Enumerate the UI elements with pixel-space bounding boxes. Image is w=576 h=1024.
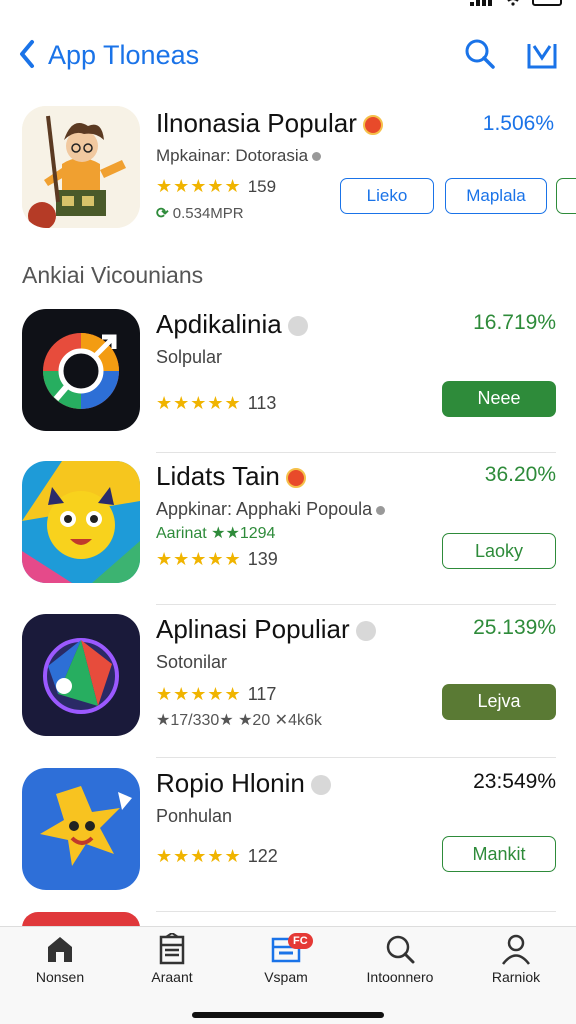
- get-button[interactable]: Lejva: [442, 684, 556, 720]
- list-item[interactable]: Lidats Tain 36.20% Appkinar: Apphaki Pop…: [0, 455, 576, 605]
- apps-icon: [159, 933, 185, 965]
- app-percent: 23:549%: [473, 770, 556, 793]
- app-name: Apdikalinia: [156, 309, 308, 340]
- divider: [156, 604, 556, 605]
- page-title: App Tloneas: [48, 40, 200, 70]
- download-icon: ⟳: [156, 205, 169, 222]
- editor-badge-icon: [362, 115, 383, 136]
- app-icon: [22, 614, 140, 736]
- featured-button-1[interactable]: Lieko: [340, 178, 434, 214]
- app-percent: 16.719%: [473, 311, 556, 334]
- divider: [156, 757, 556, 758]
- app-title: Ropio Hlonin: [156, 768, 305, 798]
- tab-bar: Nonsen Araant FC Vspam Intoonnero Rarnio…: [0, 926, 576, 1024]
- person-icon: [502, 934, 530, 965]
- signal-icon: [470, 0, 494, 6]
- get-button[interactable]: Mankit: [442, 836, 556, 872]
- featured-button-2[interactable]: Maplala: [445, 178, 547, 214]
- rating-count: 159: [247, 177, 277, 196]
- tab-label: Vspam: [264, 969, 308, 985]
- app-title: Lidats Tain: [156, 461, 280, 491]
- notification-badge: FC: [288, 933, 313, 949]
- featured-app[interactable]: Ilnonasia Popular 1.506% Mpkainar: Dotor…: [0, 100, 576, 240]
- app-title: Apdikalinia: [156, 309, 282, 339]
- rating-count: 122: [247, 846, 278, 866]
- app-subtitle: Sotonilar: [156, 652, 228, 672]
- app-icon: [22, 768, 140, 890]
- info-badge-icon: [287, 316, 308, 337]
- status-icons: [470, 0, 562, 6]
- size-text: 0.534MPR: [172, 205, 244, 222]
- wifi-icon: [507, 0, 519, 6]
- list-item[interactable]: Apdikalinia 16.719% Solpular ★★★★★ 113 Ne…: [0, 303, 576, 453]
- tab-profile[interactable]: Rarniok: [466, 933, 566, 985]
- featured-app-subtitle: Mpkainar: Dotorasia: [156, 146, 309, 165]
- rating-count: 117: [247, 684, 277, 704]
- home-icon: [48, 937, 72, 962]
- tab-label: Nonsen: [35, 969, 85, 985]
- app-rating: ★★★★★ 117: [156, 684, 276, 705]
- star-rating-icon: ★★★★★: [156, 176, 242, 196]
- tab-games[interactable]: FC Vspam: [236, 933, 336, 985]
- nav-bar: App Tloneas: [0, 30, 576, 80]
- tab-home[interactable]: Nonsen: [10, 933, 110, 985]
- star-rating-icon: ★★★★★: [156, 846, 242, 866]
- section-title: Ankiai Vicounians: [22, 262, 204, 288]
- share-icon[interactable]: [524, 36, 560, 72]
- app-subtitle: Ponhulan: [156, 806, 233, 826]
- app-name: Ropio Hlonin: [156, 768, 331, 799]
- featured-app-title: Ilnonasia Popular: [156, 108, 357, 138]
- featured-app-percent: 1.506%: [482, 112, 554, 135]
- tab-label: Rarniok: [491, 969, 541, 985]
- rating-count: 113: [247, 393, 277, 413]
- app-rating: ★★★★★ 122: [156, 846, 278, 867]
- tab-label: Intoonnero: [366, 969, 434, 985]
- featured-app-icon: [22, 106, 140, 228]
- app-extra-info: ★17/330★ ★20 ✕4k6k: [156, 712, 322, 729]
- featured-button-3[interactable]: [556, 178, 576, 214]
- get-button[interactable]: Laoky: [442, 533, 556, 569]
- rating-count: 139: [247, 549, 278, 569]
- app-percent: 36.20%: [484, 463, 556, 486]
- app-percent: 25.139%: [473, 616, 556, 639]
- app-extra-info: Aarinat ★★1294: [156, 525, 276, 542]
- status-bar: [0, 0, 576, 14]
- tab-label: Araant: [151, 969, 193, 985]
- editor-badge-icon: [285, 468, 306, 489]
- home-indicator: [192, 1012, 384, 1018]
- star-rating-icon: ★★★★★: [156, 393, 242, 413]
- list-item[interactable]: Ropio Hlonin 23:549% Ponhulan ★★★★★ 122 M…: [0, 762, 576, 912]
- featured-app-rating: ★★★★★ 159: [156, 176, 276, 197]
- featured-app-size: ⟳ 0.534MPR: [156, 204, 244, 222]
- dot-icon: [312, 152, 322, 161]
- star-rating-icon: ★★★★★: [156, 549, 242, 569]
- app-subtitle-text: Appkinar: Apphaki Popoula: [156, 499, 373, 519]
- info-badge-icon: [310, 775, 331, 796]
- battery-icon: [532, 0, 562, 6]
- tab-search[interactable]: Intoonnero: [350, 933, 450, 985]
- app-rating: ★★★★★ 113: [156, 393, 276, 414]
- search-icon[interactable]: [462, 36, 498, 72]
- search-icon: [386, 935, 415, 964]
- app-subtitle: Appkinar: Apphaki Popoula: [156, 499, 386, 520]
- app-title: Aplinasi Populiar: [156, 614, 350, 644]
- app-name: Lidats Tain: [156, 461, 306, 492]
- app-icon: [22, 309, 140, 431]
- get-button[interactable]: Neee: [442, 381, 556, 417]
- info-badge-icon: [355, 621, 376, 642]
- divider: [156, 452, 556, 453]
- featured-app-developer: Mpkainar: Dotorasia: [156, 146, 322, 166]
- divider: [156, 911, 556, 912]
- app-name: Aplinasi Populiar: [156, 614, 376, 645]
- dot-icon: [376, 506, 386, 515]
- app-rating: ★★★★★ 139: [156, 549, 278, 570]
- featured-app-name: Ilnonasia Popular: [156, 108, 383, 139]
- list-item[interactable]: Aplinasi Populiar 25.139% Sotonilar ★★★★…: [0, 608, 576, 758]
- app-icon: [22, 461, 140, 583]
- tab-apps[interactable]: Araant: [122, 933, 222, 985]
- app-subtitle: Solpular: [156, 347, 223, 367]
- star-rating-icon: ★★★★★: [156, 684, 242, 704]
- chevron-left-icon[interactable]: [14, 36, 40, 72]
